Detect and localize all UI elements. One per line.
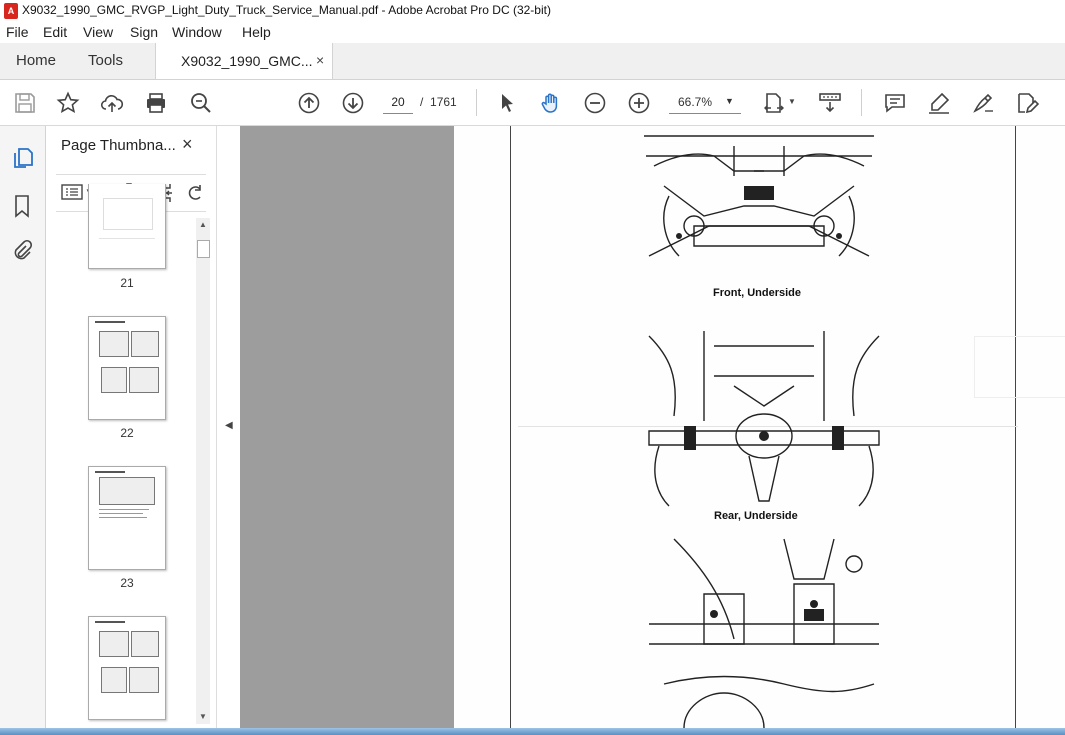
thumbnail-page[interactable] (88, 466, 166, 570)
thumbnail-page-number: 21 (120, 276, 134, 290)
title-bar: A X9032_1990_GMC_RVGP_Light_Duty_Truck_S… (0, 0, 1065, 23)
select-cursor-icon[interactable] (495, 91, 519, 115)
front-underside-illustration (644, 135, 874, 257)
scroll-down-icon[interactable]: ▼ (199, 712, 207, 721)
page-count: / 1761 (420, 95, 457, 109)
figure-caption-front: Front, Underside (713, 287, 802, 299)
window-title: X9032_1990_GMC_RVGP_Light_Duty_Truck_Ser… (22, 3, 551, 17)
chevron-down-icon: ▼ (725, 96, 734, 106)
document-page: Front, Underside Rear, Underside (454, 126, 1065, 728)
toolbar-divider (861, 89, 862, 116)
zoom-in-icon[interactable] (627, 91, 651, 115)
upload-cloud-icon[interactable] (100, 91, 124, 115)
zoom-out-icon[interactable] (583, 91, 607, 115)
chevron-down-icon[interactable]: ▼ (788, 97, 796, 106)
print-icon[interactable] (144, 91, 168, 115)
attachments-icon[interactable] (11, 239, 33, 263)
toolbar-divider (476, 89, 477, 116)
page-separator: / (420, 95, 424, 109)
tab-home[interactable]: Home (16, 52, 56, 69)
menu-view[interactable]: View (83, 24, 113, 40)
tab-tools[interactable]: Tools (88, 52, 123, 69)
zoom-search-icon[interactable] (189, 91, 213, 115)
figure-caption-rear: Rear, Underside (714, 510, 798, 522)
save-icon[interactable] (13, 91, 37, 115)
thumbnail-page[interactable] (88, 184, 166, 269)
bookmark-star-icon[interactable] (56, 91, 80, 115)
navigation-rail (0, 126, 46, 735)
bookmarks-icon[interactable] (12, 194, 32, 218)
menu-bar: File Edit View Sign Window Help (0, 22, 1065, 43)
scrollbar-thumb[interactable] (197, 240, 210, 258)
comment-icon[interactable] (883, 91, 907, 115)
zoom-level-select[interactable]: 66.7% ▼ (669, 91, 741, 114)
frame-detail-illustration (649, 538, 879, 728)
menu-help[interactable]: Help (242, 24, 271, 40)
scroll-mode-icon[interactable] (818, 91, 842, 115)
zoom-level-value: 66.7% (678, 95, 713, 109)
total-pages: 1761 (430, 95, 457, 109)
page-thumbnails-icon[interactable] (12, 146, 34, 170)
thumbnail-page-number: 22 (120, 426, 134, 440)
toolbar: / 1761 66.7% ▼ ▼ (0, 80, 1065, 126)
acrobat-app-icon: A (4, 3, 18, 19)
page-thumbnails-panel: Page Thumbna... × ▼ 21 22 (46, 126, 215, 728)
thumbnail-page-number: 23 (120, 576, 134, 590)
rear-underside-illustration (648, 331, 880, 507)
thumbnail-page[interactable] (88, 616, 166, 720)
next-page-icon[interactable] (341, 91, 365, 115)
panel-title: Page Thumbna... (61, 137, 176, 154)
page-number-input[interactable] (383, 91, 413, 114)
tab-bar: Home Tools X9032_1990_GMC... × (0, 43, 1065, 80)
sign-pen-icon[interactable] (971, 91, 995, 115)
menu-file[interactable]: File (6, 24, 29, 40)
menu-edit[interactable]: Edit (43, 24, 67, 40)
menu-sign[interactable]: Sign (130, 24, 158, 40)
thumbnail-page[interactable] (88, 316, 166, 420)
previous-page-icon[interactable] (297, 91, 321, 115)
tab-document[interactable]: X9032_1990_GMC... × (155, 43, 333, 79)
collapse-panel-icon[interactable]: ◀ (225, 420, 233, 431)
scroll-up-icon[interactable]: ▲ (199, 220, 207, 229)
panel-splitter[interactable]: ◀ (216, 126, 241, 728)
rotate-page-icon[interactable] (185, 182, 205, 204)
thumbnail-scrollbar[interactable]: ▲ ▼ (196, 218, 210, 724)
thumbnail-options-icon[interactable] (61, 182, 83, 202)
page-fit-icon[interactable] (762, 91, 786, 115)
os-taskbar (0, 728, 1065, 735)
tab-close-icon[interactable]: × (316, 52, 324, 68)
tab-document-label: X9032_1990_GMC... (181, 53, 313, 69)
hand-tool-icon[interactable] (539, 91, 563, 115)
highlight-pen-icon[interactable] (927, 91, 951, 115)
menu-window[interactable]: Window (172, 24, 222, 40)
close-icon[interactable]: × (182, 134, 193, 155)
document-viewport[interactable]: Front, Underside Rear, Underside (240, 126, 1065, 728)
edit-document-icon[interactable] (1015, 91, 1039, 115)
